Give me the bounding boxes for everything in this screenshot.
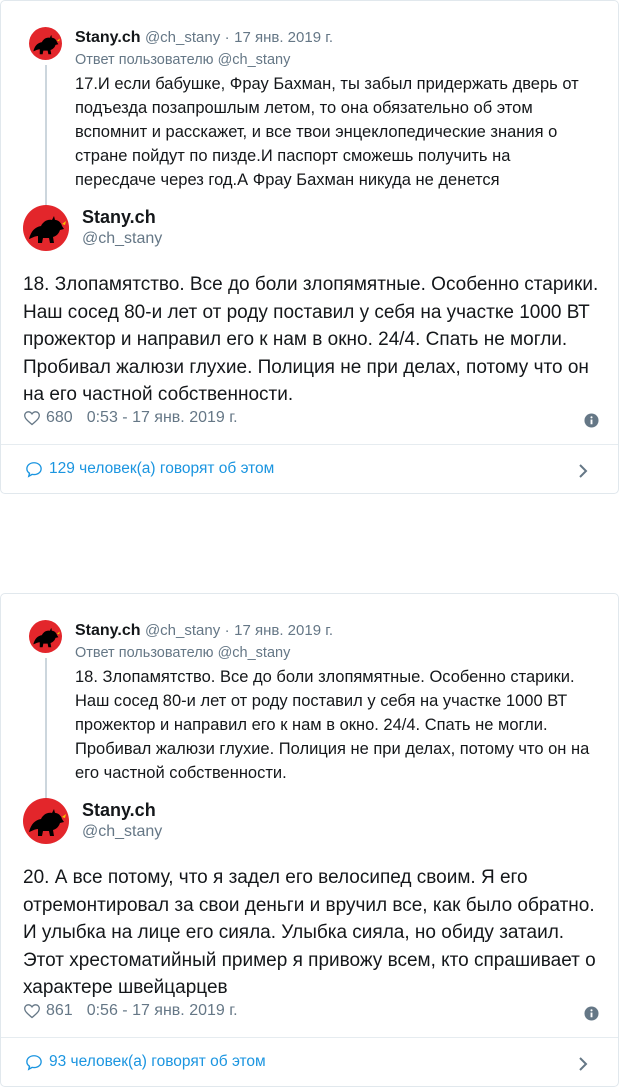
avatar-bear-icon[interactable] <box>23 205 69 251</box>
speech-bubble-icon <box>26 1054 42 1071</box>
quoted-header: Stany.ch @ch_stany · 17 янв. 2019 г. <box>75 29 333 47</box>
tweet-timestamp[interactable]: 0:56 - 17 янв. 2019 г. <box>87 1002 238 1020</box>
discussion-link[interactable]: 93 человек(а) говорят об этом <box>25 1053 266 1071</box>
divider <box>1 1037 618 1038</box>
tweet-text: 18. Злопамятство. Все до боли злопямятны… <box>23 274 599 405</box>
avatar-bear-icon[interactable] <box>23 798 69 844</box>
info-icon[interactable] <box>584 1006 599 1021</box>
quoted-text: 17.И если бабушке, Фрау Бахман, ты забыл… <box>75 75 579 189</box>
tweet-card: Stany.ch @ch_stany · 17 янв. 2019 г. Отв… <box>0 0 619 494</box>
divider <box>1 444 618 445</box>
chevron-right-icon[interactable] <box>578 1056 588 1072</box>
discussion-link[interactable]: 129 человек(а) говорят об этом <box>25 460 274 478</box>
separator-dot: · <box>224 622 230 639</box>
heart-icon[interactable] <box>23 1003 41 1019</box>
tweet-timestamp[interactable]: 0:53 - 17 янв. 2019 г. <box>87 409 238 427</box>
quoted-author-handle[interactable]: @ch_stany <box>145 29 220 46</box>
speech-bubble-icon <box>26 461 42 478</box>
thread-line <box>45 658 47 806</box>
separator-dot: · <box>224 29 230 46</box>
heart-icon[interactable] <box>23 410 41 426</box>
quoted-header: Stany.ch @ch_stany · 17 янв. 2019 г. <box>75 622 333 640</box>
quoted-author-handle[interactable]: @ch_stany <box>145 622 220 639</box>
reply-to-label[interactable]: Ответ пользователю @ch_stany <box>75 52 290 68</box>
tweet-text: 20. А все потому, что я задел его велоси… <box>23 867 596 998</box>
quoted-author-name[interactable]: Stany.ch <box>75 622 141 639</box>
author-handle[interactable]: @ch_stany <box>82 230 162 248</box>
quoted-date[interactable]: 17 янв. 2019 г. <box>234 622 333 639</box>
avatar-bear-icon[interactable] <box>29 620 62 653</box>
info-icon[interactable] <box>584 413 599 428</box>
tweet-meta: 861 0:56 - 17 янв. 2019 г. <box>23 1002 238 1020</box>
avatar-bear-icon[interactable] <box>29 27 62 60</box>
quoted-text: 18. Злопамятство. Все до боли злопямятны… <box>75 668 590 782</box>
author-name[interactable]: Stany.ch <box>82 800 156 821</box>
quoted-author-name[interactable]: Stany.ch <box>75 29 141 46</box>
discussion-count[interactable]: 129 человек(а) говорят об этом <box>49 460 274 478</box>
discussion-count[interactable]: 93 человек(а) говорят об этом <box>49 1053 266 1071</box>
thread-line <box>45 65 47 213</box>
like-count[interactable]: 861 <box>46 1002 73 1020</box>
chevron-right-icon[interactable] <box>578 463 588 479</box>
author-name[interactable]: Stany.ch <box>82 207 156 228</box>
reply-to-label[interactable]: Ответ пользователю @ch_stany <box>75 645 290 661</box>
author-handle[interactable]: @ch_stany <box>82 823 162 841</box>
like-count[interactable]: 680 <box>46 409 73 427</box>
tweet-card: Stany.ch @ch_stany · 17 янв. 2019 г. Отв… <box>0 593 619 1087</box>
quoted-date[interactable]: 17 янв. 2019 г. <box>234 29 333 46</box>
tweet-meta: 680 0:53 - 17 янв. 2019 г. <box>23 409 238 427</box>
